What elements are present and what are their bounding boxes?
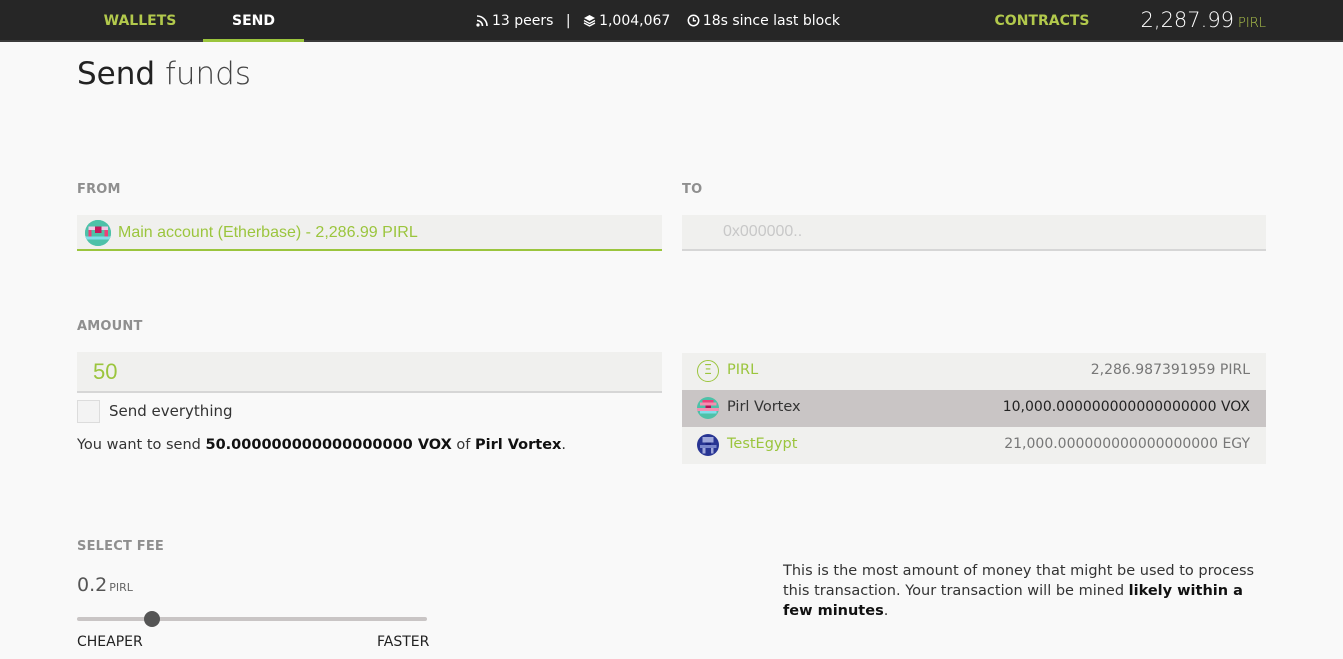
send-everything-checkbox[interactable]	[77, 400, 100, 423]
fee-slider-track[interactable]	[77, 617, 427, 621]
token-name: PIRL	[727, 362, 759, 378]
summary-of: of	[451, 437, 475, 453]
fee-slider-handle[interactable]	[144, 611, 160, 627]
amount-label: AMOUNT	[77, 319, 143, 334]
fee-amount: 0.2	[77, 574, 108, 596]
status-separator: |	[565, 13, 571, 29]
from-account-select[interactable]: Main account (Etherbase) - 2,286.99 PIRL	[77, 215, 662, 251]
summary-end: .	[561, 437, 567, 453]
token-balance: 10,000.000000000000000000 VOX	[1002, 399, 1250, 415]
token-balance: 2,286.987391959 PIRL	[1090, 362, 1250, 378]
balance-unit: PIRL	[1238, 16, 1266, 31]
summary-prefix: You want to send	[77, 437, 206, 453]
network-status: 13 peers | 1,004,067 18s since last bloc…	[476, 0, 840, 42]
token-row-testegypt[interactable]: TestEgypt 21,000.000000000000000000 EGY	[682, 427, 1266, 464]
fee-unit: PIRL	[109, 581, 133, 594]
from-label: FROM	[77, 182, 121, 197]
blocks-icon	[583, 13, 599, 29]
egypt-identicon-icon	[697, 434, 719, 456]
token-row-pirl-vortex[interactable]: Pirl Vortex 10,000.000000000000000000 VO…	[682, 390, 1266, 427]
page-title-light: funds	[164, 56, 251, 92]
send-summary: You want to send 50.000000000000000000 V…	[77, 437, 566, 453]
summary-token: Pirl Vortex	[474, 437, 562, 453]
tab-wallets[interactable]: WALLETS	[77, 0, 203, 42]
from-account-text: Main account (Etherbase) - 2,286.99 PIRL	[118, 224, 418, 241]
summary-amount: 50.000000000000000000 VOX	[205, 437, 452, 453]
tab-send[interactable]: SEND	[203, 0, 304, 42]
vortex-identicon-icon	[697, 397, 719, 419]
slider-cheaper-label: CHEAPER	[77, 634, 143, 650]
fee-value: 0.2 PIRL	[77, 574, 133, 596]
token-name: Pirl Vortex	[727, 399, 801, 415]
peers-count: 13 peers	[492, 13, 554, 29]
peers-icon	[476, 13, 492, 29]
page-title: Send funds	[77, 56, 251, 92]
fee-info-text: This is the most amount of money that mi…	[783, 561, 1263, 621]
fee-info-end: .	[883, 603, 889, 619]
page-title-bold: Send	[77, 56, 156, 92]
token-name: TestEgypt	[727, 436, 798, 452]
block-number: 1,004,067	[599, 13, 671, 29]
ether-icon: Ξ	[697, 360, 719, 382]
send-everything-label[interactable]: Send everything	[109, 402, 233, 420]
tab-contracts[interactable]: CONTRACTS	[992, 0, 1092, 42]
account-identicon-icon	[85, 220, 111, 246]
top-navigation-bar: WALLETS SEND 13 peers | 1,004,067 18s si…	[0, 0, 1343, 42]
time-since-block: 18s since last block	[702, 13, 841, 29]
token-balance: 21,000.000000000000000000 EGY	[1004, 436, 1250, 452]
to-address-input[interactable]	[682, 215, 1266, 251]
balance-amount: 2,287.99	[1140, 8, 1235, 32]
clock-icon	[687, 13, 703, 29]
slider-faster-label: FASTER	[377, 634, 430, 650]
select-fee-label: SELECT FEE	[77, 539, 164, 554]
amount-input[interactable]	[77, 352, 662, 393]
total-balance: 2,287.99 PIRL	[1141, 0, 1266, 42]
token-list: Ξ PIRL 2,286.987391959 PIRL Pirl Vortex …	[682, 353, 1266, 464]
to-label: TO	[682, 182, 703, 197]
token-row-pirl[interactable]: Ξ PIRL 2,286.987391959 PIRL	[682, 353, 1266, 390]
